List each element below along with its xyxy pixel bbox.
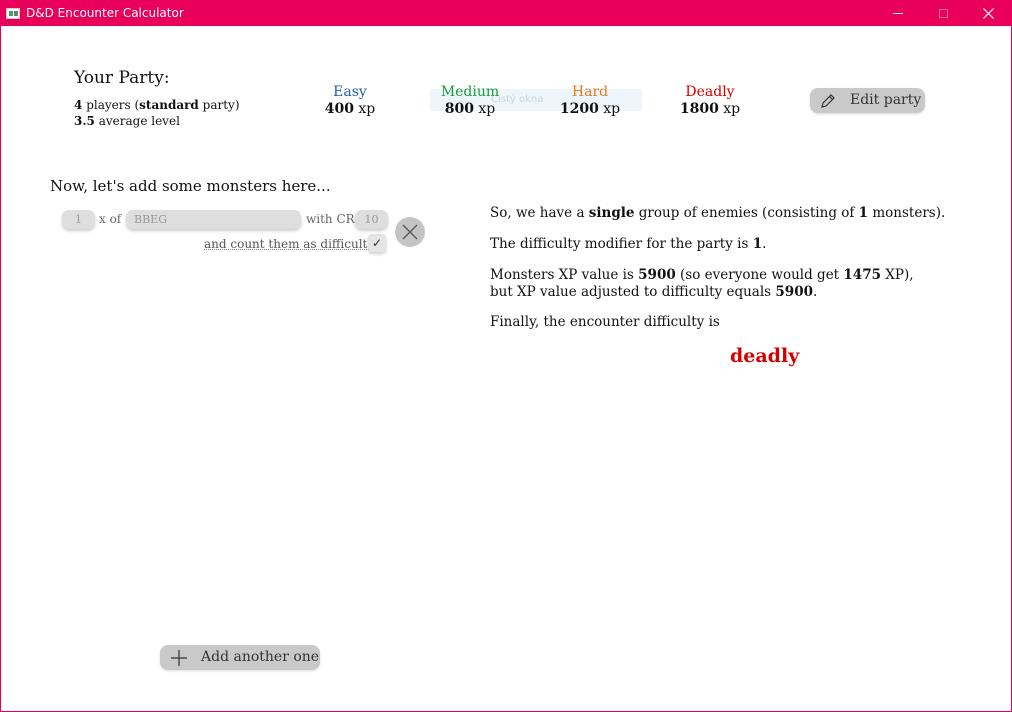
threshold-xp: 800 xp [425,101,515,117]
summary-value: 1 [752,236,763,252]
summary-text: Monsters XP value is [490,267,639,283]
count-difficult-label[interactable]: and count them as difficult? [204,237,374,251]
summary-text: So, we have a [490,205,589,221]
app-window: D&D Encounter Calculator Your Party: 4 p… [0,0,1012,712]
edit-party-label: Edit party [850,92,922,108]
monster-count-input[interactable]: 1 [62,210,95,229]
threshold-xp-value: 1800 [679,101,719,117]
difficult-checkbox[interactable]: ✓ [368,234,386,252]
threshold-xp-unit: xp [603,101,621,117]
monsters-heading: Now, let's add some monsters here... [50,177,331,195]
close-button[interactable] [965,1,1011,26]
minimize-button[interactable] [875,1,921,26]
minimize-icon [893,13,903,14]
summary-text: (so everyone would get [675,267,844,283]
summary-text: . [762,236,767,252]
summary-value: single [588,205,635,221]
maximize-button[interactable] [920,1,966,26]
threshold-deadly: Deadly 1800 xp [665,84,755,117]
threshold-easy: Easy 400 xp [305,84,395,117]
threshold-name: Medium [440,84,500,100]
summary-text: . [812,284,818,300]
players-text: players ( [86,98,140,112]
threshold-xp: 400 xp [305,101,395,117]
summary-text: but XP value adjusted to difficulty equa… [490,284,776,300]
average-level-text: average level [98,114,180,128]
threshold-medium: Medium 800 xp [425,84,515,117]
summary-value: 5900 [775,284,813,300]
encounter-difficulty-result: deadly [730,345,800,367]
summary-adjusted-line: but XP value adjusted to difficulty equa… [490,284,817,300]
threshold-xp-value: 800 [444,101,474,117]
threshold-xp-value: 400 [324,101,354,117]
summary-value: 1 [858,205,869,221]
threshold-name: Hard [571,84,609,100]
party-players-line: 4 players (standard party) [74,98,240,112]
title-bar[interactable]: D&D Encounter Calculator [1,1,1011,26]
monster-name-input[interactable]: BBEG [126,210,301,229]
threshold-xp-value: 1200 [559,101,599,117]
party-type: standard [139,98,199,112]
threshold-xp-unit: xp [723,101,741,117]
party-level-line: 3.5 average level [74,114,180,128]
threshold-hard: Hard 1200 xp [545,84,635,117]
pencil-icon [821,94,835,108]
x-of-label: x of [99,212,122,226]
summary-text: group of enemies (consisting of [634,205,859,221]
add-another-label: Add another one [201,649,320,665]
threshold-name: Deadly [685,84,735,100]
with-cr-label: with CR [306,212,355,226]
maximize-icon [938,9,948,18]
summary-text: XP), [880,267,914,283]
add-another-button[interactable]: Add another one [160,645,320,670]
threshold-xp: 1200 xp [545,101,635,117]
edit-party-button[interactable]: Edit party [810,88,925,113]
remove-monster-button[interactable] [395,217,425,247]
summary-xp-line: Monsters XP value is 5900 (so everyone w… [490,267,914,283]
threshold-name: Easy [333,84,367,100]
players-count: 4 [74,98,83,112]
summary-text: monsters). [868,205,946,221]
threshold-xp-unit: xp [358,101,376,117]
threshold-xp-unit: xp [478,101,496,117]
summary-modifier-line: The difficulty modifier for the party is… [490,236,766,252]
threshold-xp: 1800 xp [665,101,755,117]
window-title: D&D Encounter Calculator [26,6,184,20]
summary-groups-line: So, we have a single group of enemies (c… [490,205,945,221]
close-icon [982,8,994,19]
monster-cr-input[interactable]: 10 [355,210,388,229]
summary-value: 1475 [843,267,881,283]
close-icon [402,224,418,240]
average-level: 3.5 [74,114,95,128]
summary-value: 5900 [638,267,676,283]
summary-text: The difficulty modifier for the party is [490,236,753,252]
party-title: Your Party: [74,68,170,88]
plus-icon [171,650,187,666]
app-icon [6,8,20,19]
summary-final-line: Finally, the encounter difficulty is [490,314,720,330]
party-suffix: party) [202,98,240,112]
checkmark-icon: ✓ [371,236,383,250]
